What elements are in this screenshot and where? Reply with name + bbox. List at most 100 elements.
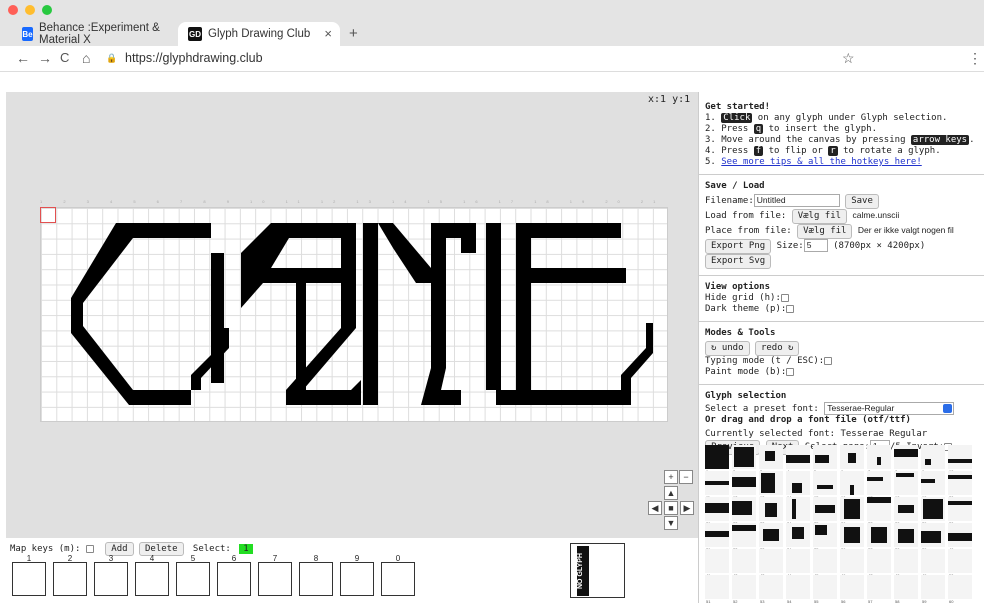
glyph-cell[interactable]: 33 [759,523,783,552]
glyph-cell[interactable]: 30 [948,497,972,526]
glyph-cell[interactable]: 22 [732,497,756,526]
preset-font-select[interactable]: Tesserae-Regular [824,402,955,415]
drawing-grid[interactable] [40,207,668,422]
glyph-cell[interactable]: 51 [705,575,729,604]
filename-input[interactable]: Untitled [753,194,840,207]
glyph-cell[interactable]: 3 [759,445,783,474]
glyph-cell[interactable]: 35 [813,523,837,552]
glyph-cell[interactable]: 19 [921,471,945,500]
arrow-right-button[interactable]: ▶ [680,501,694,515]
glyph-cell[interactable]: 40 [948,523,972,552]
key-slot-7[interactable] [258,562,292,596]
glyph-cell[interactable]: 32 [732,523,756,552]
save-button[interactable]: Save [845,194,879,209]
arrow-center-button[interactable]: ■ [664,501,678,515]
glyph-cell[interactable]: 6 [840,445,864,474]
glyph-cell[interactable]: 2 [732,445,756,474]
glyph-cell[interactable]: 16 [840,471,864,500]
typing-mode-checkbox[interactable] [824,356,833,365]
home-icon[interactable]: ⌂ [82,50,90,66]
key-slot-1[interactable] [12,562,46,596]
glyph-cell[interactable]: 28 [894,497,918,526]
glyph-cell[interactable]: 42 [732,549,756,578]
undo-button[interactable]: ↻ undo [705,341,750,356]
bookmark-star-icon[interactable]: ☆ [842,50,855,67]
glyph-cell[interactable]: 26 [840,497,864,526]
reload-icon[interactable]: C [60,50,69,65]
glyph-cell[interactable]: 29 [921,497,945,526]
key-slot-6[interactable] [217,562,251,596]
close-window-icon[interactable] [8,5,18,15]
glyph-cell[interactable]: 27 [867,497,891,526]
glyph-cell[interactable]: 18 [894,471,918,500]
selected-key-badge[interactable]: 1 [239,544,253,554]
hide-grid-checkbox[interactable] [780,293,789,302]
zoom-in-button[interactable]: + [664,470,678,484]
glyph-cell[interactable]: 25 [813,497,837,526]
key-slot-9[interactable] [340,562,374,596]
glyph-cell[interactable]: 13 [759,471,783,500]
glyph-cell[interactable]: 45 [813,549,837,578]
glyph-cell[interactable]: 4 [786,445,810,474]
zoom-out-button[interactable]: − [679,470,693,484]
glyph-cell[interactable]: 43 [759,549,783,578]
glyph-cell[interactable]: 52 [732,575,756,604]
glyph-cell[interactable]: 7 [867,445,891,474]
tab-behance[interactable]: Be Behance :Experiment & Material X [12,22,177,46]
glyph-cell[interactable]: 58 [894,575,918,604]
glyph-cell[interactable]: 53 [759,575,783,604]
glyph-cell[interactable]: 36 [840,523,864,552]
glyph-cell[interactable]: 15 [813,471,837,500]
glyph-cell[interactable]: 41 [705,549,729,578]
browser-menu-icon[interactable]: ⋮ [968,50,982,67]
glyph-cell[interactable]: 14 [786,471,810,500]
back-icon[interactable]: ← [16,50,30,66]
glyph-cell[interactable]: 37 [867,523,891,552]
key-slot-2[interactable] [53,562,87,596]
glyph-cell[interactable]: 59 [921,575,945,604]
glyph-cell[interactable]: 5 [813,445,837,474]
glyph-cell[interactable]: 56 [840,575,864,604]
glyph-cell[interactable]: 21 [705,497,729,526]
map-keys-checkbox[interactable] [85,544,94,553]
key-slot-3[interactable] [94,562,128,596]
glyph-cell[interactable]: 10 [948,445,972,474]
dark-theme-checkbox[interactable] [786,304,795,313]
load-file-button[interactable]: Vælg fil [791,209,848,224]
glyph-cell[interactable]: 23 [759,497,783,526]
glyph-cell[interactable]: 54 [786,575,810,604]
glyph-cell[interactable]: 31 [705,523,729,552]
key-slot-4[interactable] [135,562,169,596]
glyph-cell[interactable]: 12 [732,471,756,500]
size-input[interactable]: 5 [803,239,828,252]
url-field[interactable]: https://glyphdrawing.club [125,51,263,65]
glyph-cell[interactable]: 17 [867,471,891,500]
arrow-down-button[interactable]: ▼ [664,516,678,530]
key-slot-0[interactable] [381,562,415,596]
glyph-cell[interactable]: 50 [948,549,972,578]
redo-button[interactable]: redo ↻ [754,341,800,356]
glyph-cell[interactable]: 46 [840,549,864,578]
arrow-up-button[interactable]: ▲ [664,486,678,500]
glyph-cell[interactable]: 24 [786,497,810,526]
glyph-cell[interactable]: 20 [948,471,972,500]
glyph-cell[interactable]: 11 [705,471,729,500]
export-png-button[interactable]: Export Png [705,239,772,254]
glyph-cell[interactable]: 55 [813,575,837,604]
arrow-left-button[interactable]: ◀ [648,501,662,515]
glyph-cell[interactable]: 39 [921,523,945,552]
new-tab-button[interactable]: + [349,25,358,42]
tab-glyph-drawing-club[interactable]: GD Glyph Drawing Club × [178,22,340,46]
export-svg-button[interactable]: Export Svg [705,254,772,269]
forward-icon[interactable]: → [38,50,52,66]
glyph-cell[interactable]: 34 [786,523,810,552]
minimize-window-icon[interactable] [25,5,35,15]
maximize-window-icon[interactable] [42,5,52,15]
glyph-cell[interactable]: 49 [921,549,945,578]
glyph-cell[interactable]: 48 [894,549,918,578]
paint-mode-checkbox[interactable] [786,367,795,376]
glyph-cell[interactable]: 1 [705,445,729,474]
hotkeys-link[interactable]: See more tips & all the hotkeys here! [721,157,921,167]
glyph-cell[interactable]: 60 [948,575,972,604]
glyph-cell[interactable]: 8 [894,445,918,474]
